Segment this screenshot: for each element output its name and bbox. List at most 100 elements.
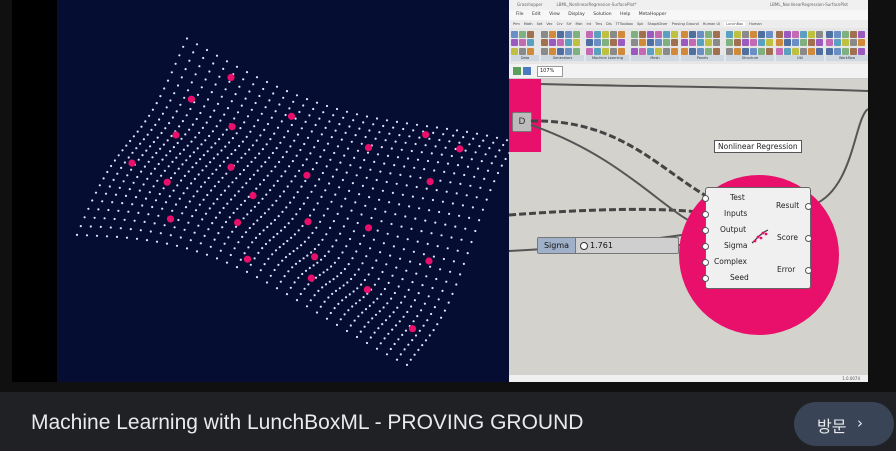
nlr-output-result[interactable]: Result — [776, 201, 799, 210]
ribbon-tool-icon[interactable] — [663, 31, 670, 38]
menu-help[interactable]: Help — [620, 12, 630, 17]
gh-tab-msh[interactable]: Msh — [575, 22, 582, 26]
ribbon-tool-icon[interactable] — [758, 47, 765, 55]
menu-metahopper[interactable]: MetaHopper — [639, 12, 667, 17]
ribbon-tool-icon[interactable] — [697, 39, 704, 47]
ribbon-tool-icon[interactable] — [784, 31, 791, 38]
menu-file[interactable]: File — [516, 12, 524, 17]
ribbon-tool-icon[interactable] — [639, 39, 646, 47]
ribbon-tool-icon[interactable] — [541, 31, 548, 38]
gh-tab-proving-ground[interactable]: Proving Ground — [672, 22, 699, 26]
gh-tab-math[interactable]: Math — [524, 22, 533, 26]
gh-tab-spk[interactable]: Spk — [637, 22, 643, 26]
ribbon-tool-icon[interactable] — [647, 39, 654, 47]
menu-solution[interactable]: Solution — [593, 12, 611, 17]
port-output[interactable] — [702, 227, 709, 234]
ribbon-tool-icon[interactable] — [557, 47, 564, 55]
ribbon-tool-icon[interactable] — [758, 39, 765, 47]
nlr-input-complex[interactable]: Complex — [714, 257, 747, 266]
port-error[interactable] — [805, 267, 812, 274]
nlr-input-output[interactable]: Output — [720, 225, 746, 234]
ribbon-tool-icon[interactable] — [573, 39, 580, 47]
ribbon-tool-icon[interactable] — [808, 47, 815, 55]
ribbon-tool-icon[interactable] — [816, 31, 823, 38]
ribbon-tool-icon[interactable] — [766, 31, 773, 38]
ribbon-tool-icon[interactable] — [800, 31, 807, 38]
ribbon-tool-icon[interactable] — [655, 47, 662, 55]
zoom-field[interactable]: 107% — [537, 66, 563, 77]
ribbon-tool-icon[interactable] — [834, 31, 841, 38]
ribbon-tool-icon[interactable] — [631, 31, 638, 38]
ribbon-tool-icon[interactable] — [750, 31, 757, 38]
port-inputs[interactable] — [702, 211, 709, 218]
nlr-input-test[interactable]: Test — [730, 193, 745, 202]
ribbon-tool-icon[interactable] — [726, 47, 733, 55]
gh-tab-lunchbox[interactable]: LunchBox — [724, 22, 746, 26]
ribbon-tool-icon[interactable] — [573, 47, 580, 55]
ribbon-tool-icon[interactable] — [713, 31, 720, 38]
ribbon-tool-icon[interactable] — [758, 31, 765, 38]
ribbon-tool-icon[interactable] — [671, 31, 678, 38]
ribbon-tool-icon[interactable] — [549, 39, 556, 47]
ribbon-tool-icon[interactable] — [663, 47, 670, 55]
nlr-input-inputs[interactable]: Inputs — [724, 209, 747, 218]
ribbon-tool-icon[interactable] — [858, 31, 865, 38]
gh-tab-int[interactable]: Int — [587, 22, 592, 26]
ribbon-tool-icon[interactable] — [671, 39, 678, 47]
nonlinear-regression-component[interactable]: Test Inputs Output Sigma Complex Seed Re… — [702, 187, 812, 289]
ribbon-tool-icon[interactable] — [602, 47, 609, 55]
ribbon-tool-icon[interactable] — [511, 39, 518, 47]
ribbon-tool-icon[interactable] — [726, 31, 733, 38]
ribbon-tool-icon[interactable] — [586, 47, 593, 55]
ribbon-tool-icon[interactable] — [850, 47, 857, 55]
gh-tab-human[interactable]: Human — [749, 22, 762, 26]
ribbon-tool-icon[interactable] — [734, 31, 741, 38]
port-result[interactable] — [805, 203, 812, 210]
nlr-output-error[interactable]: Error — [777, 265, 795, 274]
ribbon-tool-icon[interactable] — [639, 47, 646, 55]
ribbon-tool-icon[interactable] — [784, 39, 791, 47]
ribbon-tool-icon[interactable] — [519, 47, 526, 55]
ribbon-tool-icon[interactable] — [610, 31, 617, 38]
ribbon-tool-icon[interactable] — [742, 47, 749, 55]
ribbon-tool-icon[interactable] — [671, 47, 678, 55]
ribbon-tool-icon[interactable] — [527, 31, 534, 38]
ribbon-tool-icon[interactable] — [511, 31, 518, 38]
ribbon-tool-icon[interactable] — [826, 31, 833, 38]
ribbon-tool-icon[interactable] — [557, 39, 564, 47]
nlr-input-seed[interactable]: Seed — [730, 273, 749, 282]
menu-display[interactable]: Display — [568, 12, 585, 17]
ribbon-tool-icon[interactable] — [565, 31, 572, 38]
menu-view[interactable]: View — [549, 12, 560, 17]
gh-tab-trns[interactable]: Trns — [595, 22, 602, 26]
ribbon-tool-icon[interactable] — [742, 39, 749, 47]
ribbon-tool-icon[interactable] — [631, 47, 638, 55]
ribbon-tool-icon[interactable] — [766, 47, 773, 55]
ribbon-tool-icon[interactable] — [792, 39, 799, 47]
ribbon-tool-icon[interactable] — [610, 39, 617, 47]
ribbon-tool-icon[interactable] — [826, 47, 833, 55]
ribbon-tool-icon[interactable] — [647, 47, 654, 55]
ribbon-tool-icon[interactable] — [816, 39, 823, 47]
port-test[interactable] — [702, 195, 709, 202]
gh-tab-crv[interactable]: Crv — [557, 22, 563, 26]
port-seed[interactable] — [702, 275, 709, 282]
nlr-input-sigma[interactable]: Sigma — [724, 241, 748, 250]
gh-canvas[interactable]: D Nonlinear Regression Test Inputs Outpu… — [509, 79, 868, 375]
ribbon-tool-icon[interactable] — [766, 39, 773, 47]
ribbon-tool-icon[interactable] — [527, 39, 534, 47]
gh-tab-vec[interactable]: Vec — [546, 22, 552, 26]
ribbon-tool-icon[interactable] — [541, 47, 548, 55]
ribbon-tool-icon[interactable] — [850, 31, 857, 38]
ribbon-tool-icon[interactable] — [639, 31, 646, 38]
ribbon-tool-icon[interactable] — [519, 31, 526, 38]
ribbon-tool-icon[interactable] — [647, 31, 654, 38]
ribbon-tool-icon[interactable] — [816, 47, 823, 55]
ribbon-tool-icon[interactable] — [618, 47, 625, 55]
visit-button[interactable]: 방문 › — [794, 402, 894, 446]
gh-tab-human-ui[interactable]: Human UI — [703, 22, 720, 26]
ribbon-tool-icon[interactable] — [750, 39, 757, 47]
ribbon-tool-icon[interactable] — [557, 31, 564, 38]
ribbon-tool-icon[interactable] — [681, 47, 688, 55]
ribbon-tool-icon[interactable] — [618, 39, 625, 47]
